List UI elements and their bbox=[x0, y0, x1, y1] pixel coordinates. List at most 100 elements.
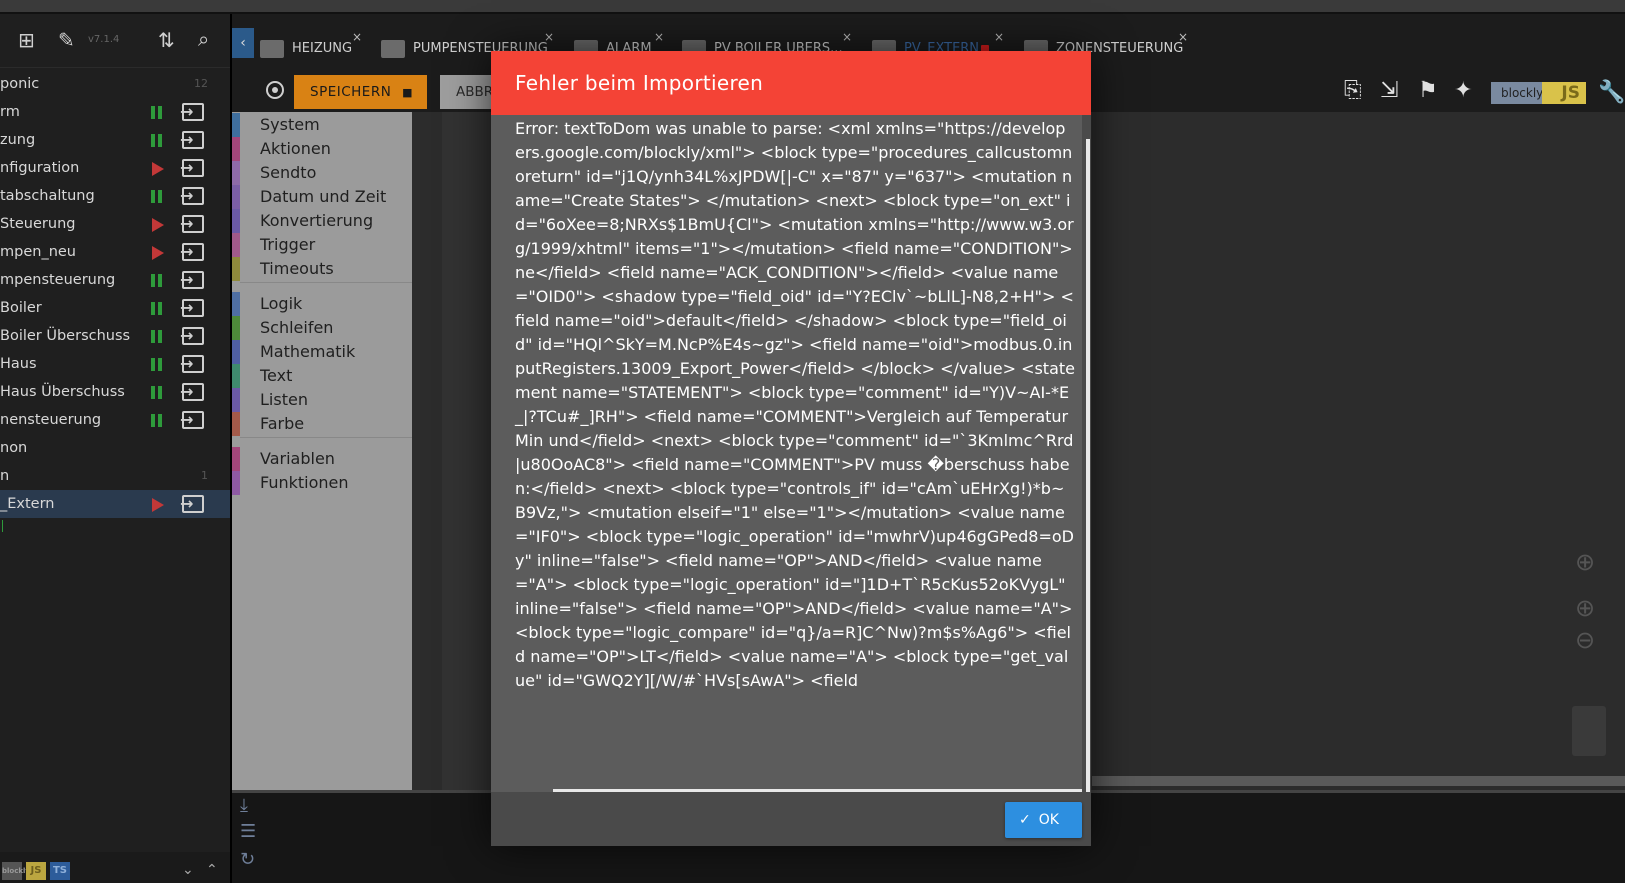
script-row[interactable]: rm bbox=[0, 98, 230, 126]
close-icon[interactable]: × bbox=[842, 24, 852, 50]
category-item[interactable]: System bbox=[232, 113, 412, 137]
script-row[interactable]: Boiler bbox=[0, 294, 230, 322]
category-item[interactable]: Text bbox=[232, 364, 412, 388]
pause-icon[interactable] bbox=[151, 358, 163, 371]
collapse-icon[interactable]: ⌄ bbox=[182, 860, 194, 880]
category-color-stripe bbox=[232, 292, 240, 316]
horizontal-scrollbar-thumb[interactable] bbox=[491, 789, 553, 792]
zoom-in-icon[interactable]: ⊕ bbox=[1575, 594, 1595, 622]
sort-icon[interactable]: ⇅ bbox=[158, 30, 175, 50]
ok-button[interactable]: ✓ OK bbox=[1005, 802, 1082, 838]
horizontal-scrollbar-track[interactable] bbox=[553, 789, 1082, 792]
pause-icon[interactable] bbox=[151, 414, 163, 427]
export-script-icon[interactable] bbox=[180, 98, 204, 126]
recenter-icon[interactable]: ⊕ bbox=[1575, 548, 1595, 576]
export-script-icon[interactable] bbox=[180, 378, 204, 406]
pause-icon[interactable] bbox=[151, 386, 163, 399]
export-script-icon[interactable] bbox=[180, 322, 204, 350]
script-row[interactable]: mpensteuerung bbox=[0, 266, 230, 294]
close-icon[interactable]: × bbox=[352, 24, 362, 50]
play-icon[interactable] bbox=[152, 246, 164, 260]
script-row[interactable]: zung bbox=[0, 126, 230, 154]
category-item[interactable]: Aktionen bbox=[232, 137, 412, 161]
close-icon[interactable]: × bbox=[1178, 24, 1188, 50]
check-icon: ✓ bbox=[1019, 812, 1031, 828]
edit-pencil-icon[interactable]: ✎ bbox=[58, 30, 75, 50]
export-script-icon[interactable] bbox=[180, 182, 204, 210]
pause-icon[interactable] bbox=[151, 106, 163, 119]
export-script-icon[interactable] bbox=[180, 154, 204, 182]
script-row[interactable]: nensteuerung bbox=[0, 406, 230, 434]
category-item[interactable]: Konvertierung bbox=[232, 209, 412, 233]
trash-icon[interactable] bbox=[1572, 706, 1606, 756]
category-item[interactable]: Mathematik bbox=[232, 340, 412, 364]
script-row[interactable]: Boiler Überschuss bbox=[0, 322, 230, 350]
category-item[interactable]: Schleifen bbox=[232, 316, 412, 340]
category-item[interactable]: Farbe bbox=[232, 412, 412, 436]
checkered-flag-icon[interactable]: ⚑ bbox=[1418, 80, 1438, 102]
category-item[interactable]: Datum und Zeit bbox=[232, 185, 412, 209]
pause-icon[interactable] bbox=[151, 302, 163, 315]
export-script-icon[interactable] bbox=[180, 238, 204, 266]
close-icon[interactable]: × bbox=[994, 24, 1004, 50]
import-file-icon[interactable]: ⇲ bbox=[1380, 80, 1398, 102]
export-script-icon[interactable] bbox=[180, 266, 204, 294]
wrench-icon[interactable]: 🔧 bbox=[1598, 80, 1625, 105]
category-item[interactable]: Sendto bbox=[232, 161, 412, 185]
ok-button-label: OK bbox=[1038, 812, 1059, 828]
category-label: Logik bbox=[260, 294, 303, 313]
script-row[interactable]: nfiguration bbox=[0, 154, 230, 182]
script-row[interactable]: Haus Überschuss bbox=[0, 378, 230, 406]
script-row[interactable]: Steuerung bbox=[0, 210, 230, 238]
export-script-icon[interactable] bbox=[180, 294, 204, 322]
export-script-icon[interactable] bbox=[180, 406, 204, 434]
script-name: rm bbox=[0, 104, 20, 120]
add-script-icon[interactable]: ⊞ bbox=[18, 30, 35, 50]
blockly-logo-icon[interactable]: blockly bbox=[2, 862, 30, 880]
search-icon[interactable]: ⌕ bbox=[198, 29, 209, 49]
play-icon[interactable] bbox=[152, 498, 164, 512]
export-script-icon[interactable] bbox=[180, 210, 204, 238]
zoom-out-icon[interactable]: ⊖ bbox=[1575, 626, 1595, 654]
log-list-icon[interactable]: ☰ bbox=[240, 821, 256, 842]
export-script-icon[interactable] bbox=[180, 350, 204, 378]
workspace-horizontal-scrollbar[interactable] bbox=[1092, 776, 1625, 786]
js-mode-badge[interactable]: JS bbox=[1542, 82, 1586, 104]
js-logo-icon[interactable]: JS bbox=[26, 862, 46, 880]
category-item[interactable]: Timeouts bbox=[232, 257, 412, 281]
script-row[interactable]: Haus bbox=[0, 350, 230, 378]
category-item[interactable]: Trigger bbox=[232, 233, 412, 257]
pause-icon[interactable] bbox=[151, 190, 163, 203]
close-icon[interactable]: × bbox=[544, 24, 554, 50]
play-icon[interactable] bbox=[152, 162, 164, 176]
export-file-icon[interactable]: ⎘ bbox=[1344, 80, 1362, 102]
tabs-scroll-left-icon[interactable]: ‹ bbox=[232, 28, 254, 58]
pause-icon[interactable] bbox=[151, 134, 163, 147]
category-item[interactable]: Funktionen bbox=[232, 471, 412, 495]
script-row[interactable]: _Extern bbox=[0, 490, 230, 518]
script-row[interactable]: ponic 12 bbox=[0, 70, 230, 98]
refresh-icon[interactable]: ↻ bbox=[240, 849, 255, 870]
play-icon[interactable] bbox=[152, 218, 164, 232]
script-row[interactable]: tabschaltung bbox=[0, 182, 230, 210]
export-script-icon[interactable] bbox=[180, 126, 204, 154]
vertical-scrollbar-thumb[interactable] bbox=[1086, 139, 1090, 792]
import-error-dialog: Fehler beim Importieren Error: textToDom… bbox=[491, 51, 1091, 846]
locate-icon[interactable] bbox=[266, 81, 284, 99]
pause-icon[interactable] bbox=[151, 330, 163, 343]
close-icon[interactable]: × bbox=[654, 24, 664, 50]
download-icon[interactable]: ⤓ bbox=[240, 795, 248, 816]
expand-icon[interactable]: ⌃ bbox=[206, 860, 218, 880]
category-item[interactable]: Logik bbox=[232, 292, 412, 316]
export-script-icon[interactable] bbox=[180, 490, 204, 518]
category-item[interactable]: Listen bbox=[232, 388, 412, 412]
script-row[interactable]: n1 bbox=[0, 462, 230, 490]
error-message-scroll-area[interactable]: Error: textToDom was unable to parse: <x… bbox=[491, 115, 1082, 792]
save-button[interactable]: SPEICHERN ■ bbox=[294, 75, 427, 109]
category-item[interactable]: Variablen bbox=[232, 447, 412, 471]
pause-icon[interactable] bbox=[151, 274, 163, 287]
ts-logo-icon[interactable]: TS bbox=[50, 862, 70, 880]
script-row[interactable]: non bbox=[0, 434, 230, 462]
sparkle-icon[interactable]: ✦ bbox=[1454, 80, 1472, 102]
script-row[interactable]: mpen_neu bbox=[0, 238, 230, 266]
